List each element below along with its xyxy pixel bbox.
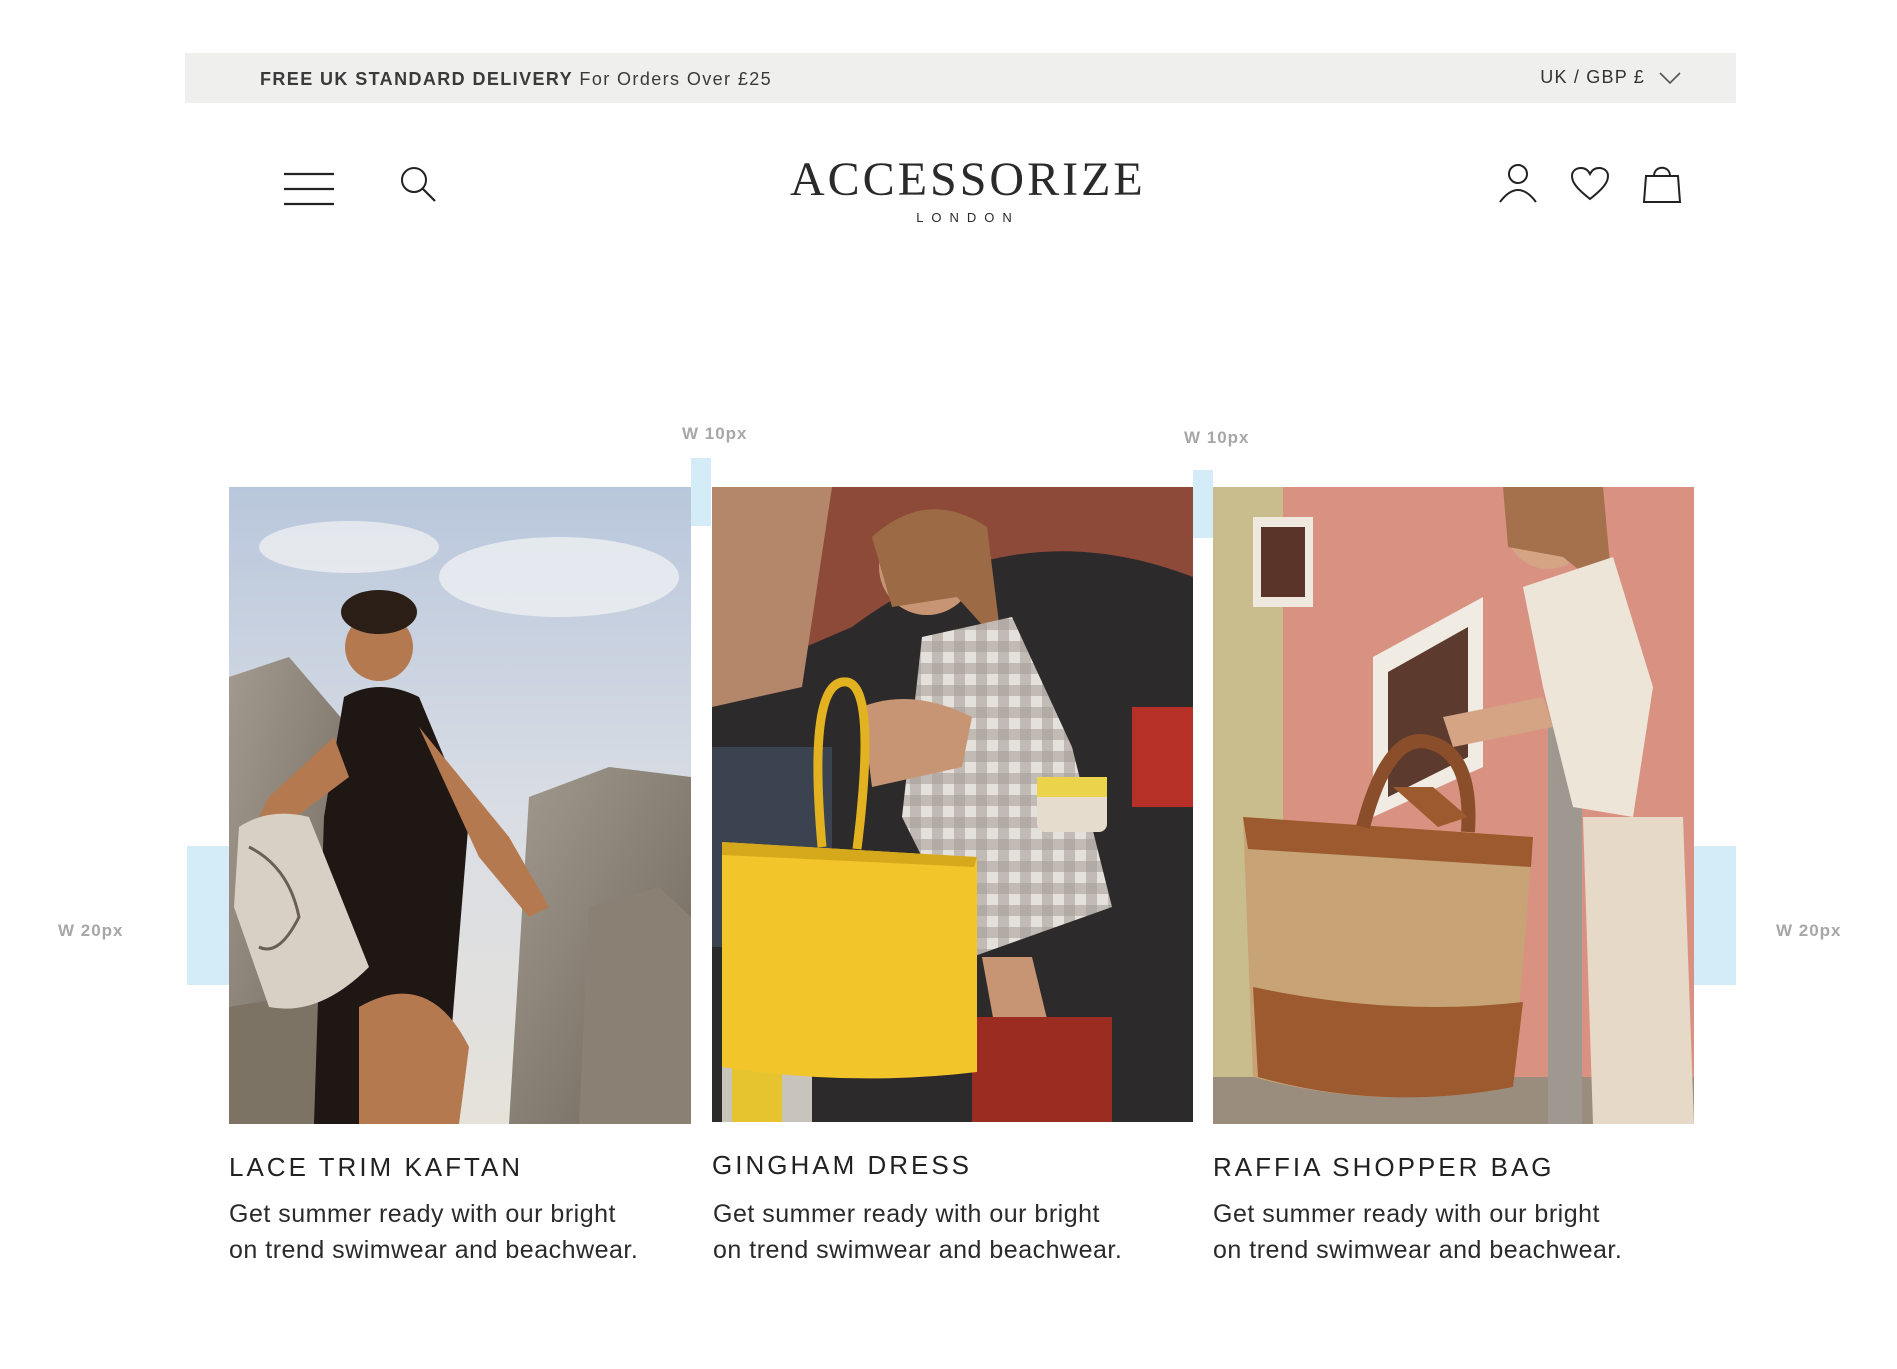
gap-annotation-marker [691, 458, 711, 526]
promo-message-rest: For Orders Over £25 [579, 69, 773, 89]
account-icon[interactable] [1497, 162, 1539, 204]
gap-annotation-label: W 10px [682, 424, 748, 443]
currency-selector[interactable]: UK / GBP £ [1540, 67, 1681, 88]
brand-logo-subtitle: LONDON [916, 210, 1020, 225]
shopping-bag-icon[interactable] [1642, 162, 1682, 204]
product-description: Get summer ready with our bright on tren… [229, 1196, 638, 1268]
currency-label: UK / GBP £ [1540, 67, 1645, 87]
product-description-line: on trend swimwear and beachwear. [1213, 1236, 1623, 1264]
gap-annotation-marker [1193, 470, 1213, 538]
product-description-line: Get summer ready with our bright [1213, 1200, 1600, 1228]
product-description-line: on trend swimwear and beachwear. [713, 1236, 1123, 1264]
margin-annotation-marker [1694, 846, 1736, 985]
product-title[interactable]: GINGHAM DRESS [712, 1150, 972, 1181]
product-image-gingham-dress[interactable] [712, 487, 1193, 1122]
raffia-bag-photo [1213, 487, 1694, 1124]
margin-annotation-label: W 20px [58, 921, 124, 940]
search-icon[interactable] [398, 164, 440, 206]
wishlist-heart-icon[interactable] [1570, 166, 1610, 202]
gap-annotation-label: W 10px [1184, 428, 1250, 447]
margin-annotation-label: W 20px [1776, 921, 1842, 940]
gingham-dress-photo [712, 487, 1193, 1122]
margin-annotation-marker [187, 846, 229, 985]
promo-bar: FREE UK STANDARD DELIVERY For Orders Ove… [185, 53, 1736, 103]
product-description: Get summer ready with our bright on tren… [713, 1196, 1122, 1268]
kaftan-photo [229, 487, 691, 1124]
promo-message-bold: FREE UK STANDARD DELIVERY [260, 69, 574, 89]
menu-icon[interactable] [284, 172, 336, 206]
product-description-line: on trend swimwear and beachwear. [229, 1236, 639, 1264]
product-title[interactable]: LACE TRIM KAFTAN [229, 1152, 523, 1183]
chevron-down-icon [1659, 71, 1681, 84]
product-image-raffia-shopper-bag[interactable] [1213, 487, 1694, 1124]
brand-logo[interactable]: ACCESSORIZE [790, 152, 1143, 207]
promo-message: FREE UK STANDARD DELIVERY For Orders Ove… [260, 69, 772, 90]
product-title[interactable]: RAFFIA SHOPPER BAG [1213, 1152, 1555, 1183]
product-description: Get summer ready with our bright on tren… [1213, 1196, 1622, 1268]
product-image-kaftan[interactable] [229, 487, 691, 1124]
product-description-line: Get summer ready with our bright [229, 1200, 616, 1228]
product-description-line: Get summer ready with our bright [713, 1200, 1100, 1228]
